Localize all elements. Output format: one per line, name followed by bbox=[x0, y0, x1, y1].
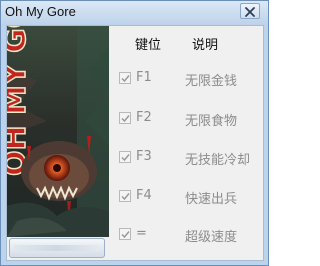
checkmark-icon bbox=[121, 193, 130, 201]
hotkey-key: F1 bbox=[136, 70, 152, 85]
title-bar[interactable]: Oh My Gore bbox=[1, 1, 268, 25]
trainer-window: Oh My Gore OH MY 键位 说明 F1 无限金钱 F2 无限食物 F… bbox=[0, 0, 269, 266]
close-button[interactable] bbox=[240, 3, 260, 19]
hotkey-checkbox[interactable] bbox=[119, 112, 131, 124]
hotkey-description: 无技能冷却 bbox=[185, 153, 251, 168]
close-icon bbox=[245, 7, 255, 17]
hotkey-key: F4 bbox=[136, 188, 152, 203]
checkmark-icon bbox=[121, 75, 130, 83]
hotkey-row: F3 无技能冷却 bbox=[119, 149, 265, 169]
checkmark-icon bbox=[121, 154, 130, 162]
window-title: Oh My Gore bbox=[5, 4, 76, 19]
hotkey-row: F4 快速出兵 bbox=[119, 188, 265, 208]
game-cover-art: OH MY GORE! bbox=[7, 26, 109, 237]
column-header-desc: 说明 bbox=[192, 38, 219, 53]
hotkey-checkbox[interactable] bbox=[119, 151, 131, 163]
hotkey-row: = 超级速度 bbox=[119, 226, 265, 246]
hotkey-key: = bbox=[136, 226, 147, 241]
status-progress-bar bbox=[9, 238, 105, 258]
hotkey-row: F2 无限食物 bbox=[119, 110, 265, 130]
hotkey-row: F1 无限金钱 bbox=[119, 70, 265, 90]
progress-fill bbox=[14, 245, 100, 251]
hotkey-checkbox[interactable] bbox=[119, 228, 131, 240]
checkmark-icon bbox=[121, 231, 130, 239]
hotkey-checkbox[interactable] bbox=[119, 190, 131, 202]
hotkey-description: 无限金钱 bbox=[185, 74, 238, 89]
hotkey-description: 无限食物 bbox=[185, 114, 238, 129]
hotkey-description: 快速出兵 bbox=[185, 192, 238, 207]
hotkey-key: F3 bbox=[136, 149, 152, 164]
column-header-key: 键位 bbox=[135, 38, 162, 53]
hotkey-description: 超级速度 bbox=[185, 230, 238, 245]
client-area: OH MY GORE! 键位 说明 bbox=[6, 25, 264, 261]
hotkey-key: F2 bbox=[136, 110, 152, 125]
checkmark-icon bbox=[121, 115, 130, 123]
hotkey-checkbox[interactable] bbox=[119, 72, 131, 84]
